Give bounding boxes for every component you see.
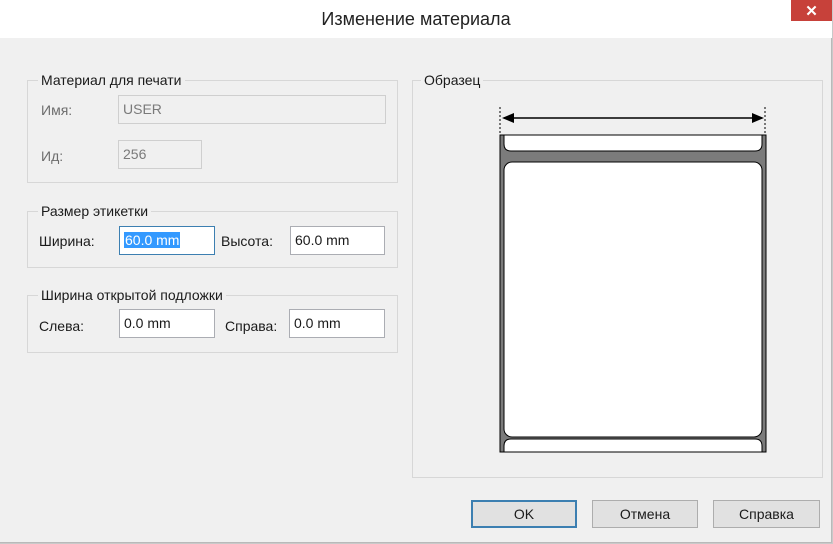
name-field[interactable]: USER [118,95,386,124]
label-preview [499,107,767,453]
height-label: Высота: [221,233,273,249]
height-field[interactable]: 60.0 mm [290,226,385,255]
width-label: Ширина: [39,233,95,249]
name-label: Имя: [41,102,73,118]
close-icon: ✕ [805,2,818,20]
left-field[interactable]: 0.0 mm [119,309,215,338]
left-label: Слева: [39,318,85,334]
cancel-button[interactable]: Отмена [592,500,698,528]
width-value: 60.0 mm [124,232,181,248]
right-label: Справа: [225,318,278,334]
help-button[interactable]: Справка [713,500,820,528]
sample-group: Образец [412,72,823,478]
id-label: Ид: [41,148,64,164]
right-field[interactable]: 0.0 mm [289,309,385,338]
width-field[interactable]: 60.0 mm [119,226,215,255]
id-field[interactable]: 256 [118,140,202,169]
title-bar[interactable]: Изменение материала ✕ [0,0,832,38]
label-size-group-legend: Размер этикетки [38,203,152,219]
liner-group-legend: Ширина открытой подложки [38,287,226,303]
close-button[interactable]: ✕ [791,0,832,21]
dialog-window: Изменение материала ✕ Материал для печат… [0,0,832,543]
material-group-legend: Материал для печати [38,72,185,88]
ok-button[interactable]: OK [471,500,577,528]
dialog-title: Изменение материала [321,9,511,29]
